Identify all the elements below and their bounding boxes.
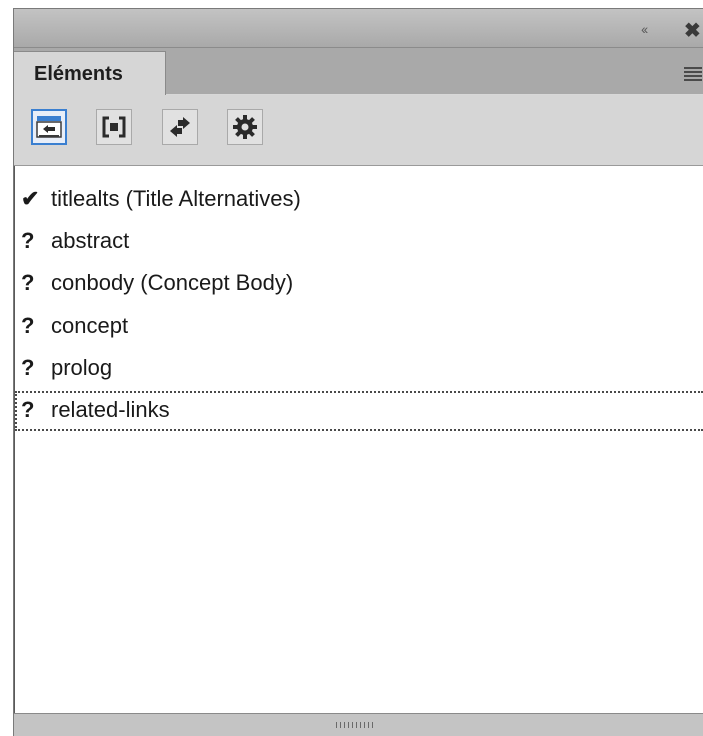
question-icon: ?: [21, 228, 35, 253]
close-icon[interactable]: ✖: [684, 18, 701, 43]
list-item-label: abstract: [51, 228, 130, 253]
elements-list: ✔ titlealts (Title Alternatives) ? abstrac…: [14, 166, 703, 715]
question-icon: ?: [21, 355, 35, 380]
gear-icon: [233, 115, 257, 139]
list-item[interactable]: ✔ titlealts (Title Alternatives): [15, 180, 703, 220]
element-bracket-button[interactable]: [96, 109, 132, 145]
list-item[interactable]: ? abstract: [15, 222, 703, 262]
list-item[interactable]: ? conbody (Concept Body): [15, 264, 703, 304]
arrows-exchange-button[interactable]: [162, 109, 198, 145]
question-icon: ?: [21, 270, 35, 295]
list-item[interactable]: ? prolog: [15, 349, 703, 389]
tab-bar: Eléments: [14, 48, 703, 95]
toolbar: [14, 95, 703, 166]
settings-button[interactable]: [227, 109, 263, 145]
arrows-exchange-icon: [170, 117, 190, 137]
question-icon: ?: [21, 313, 35, 338]
elements-panel: ‹‹ ✖ Eléments ✔ titlealts (Title Alterna…: [13, 8, 703, 736]
panel-footer: [14, 713, 703, 736]
list-item-label: titlealts (Title Alternatives): [51, 186, 301, 211]
list-item-label: conbody (Concept Body): [51, 270, 294, 295]
panel-titlebar: ‹‹ ✖: [14, 9, 703, 48]
list-item-label: concept: [51, 313, 129, 338]
check-icon: ✔: [21, 186, 40, 211]
swap-display-button[interactable]: [31, 109, 67, 145]
list-item-label: related-links: [51, 397, 170, 422]
list-item[interactable]: ? concept: [15, 307, 703, 347]
list-item[interactable]: ? related-links: [15, 391, 703, 431]
collapse-icon[interactable]: ‹‹: [641, 21, 648, 37]
element-bracket-icon: [102, 116, 126, 138]
resize-grip[interactable]: [336, 722, 376, 728]
question-icon: ?: [21, 397, 35, 422]
panel-menu-icon[interactable]: [684, 67, 702, 83]
swap-display-icon: [36, 116, 62, 138]
list-item-label: prolog: [51, 355, 113, 380]
tab-elements[interactable]: Eléments: [14, 51, 166, 95]
